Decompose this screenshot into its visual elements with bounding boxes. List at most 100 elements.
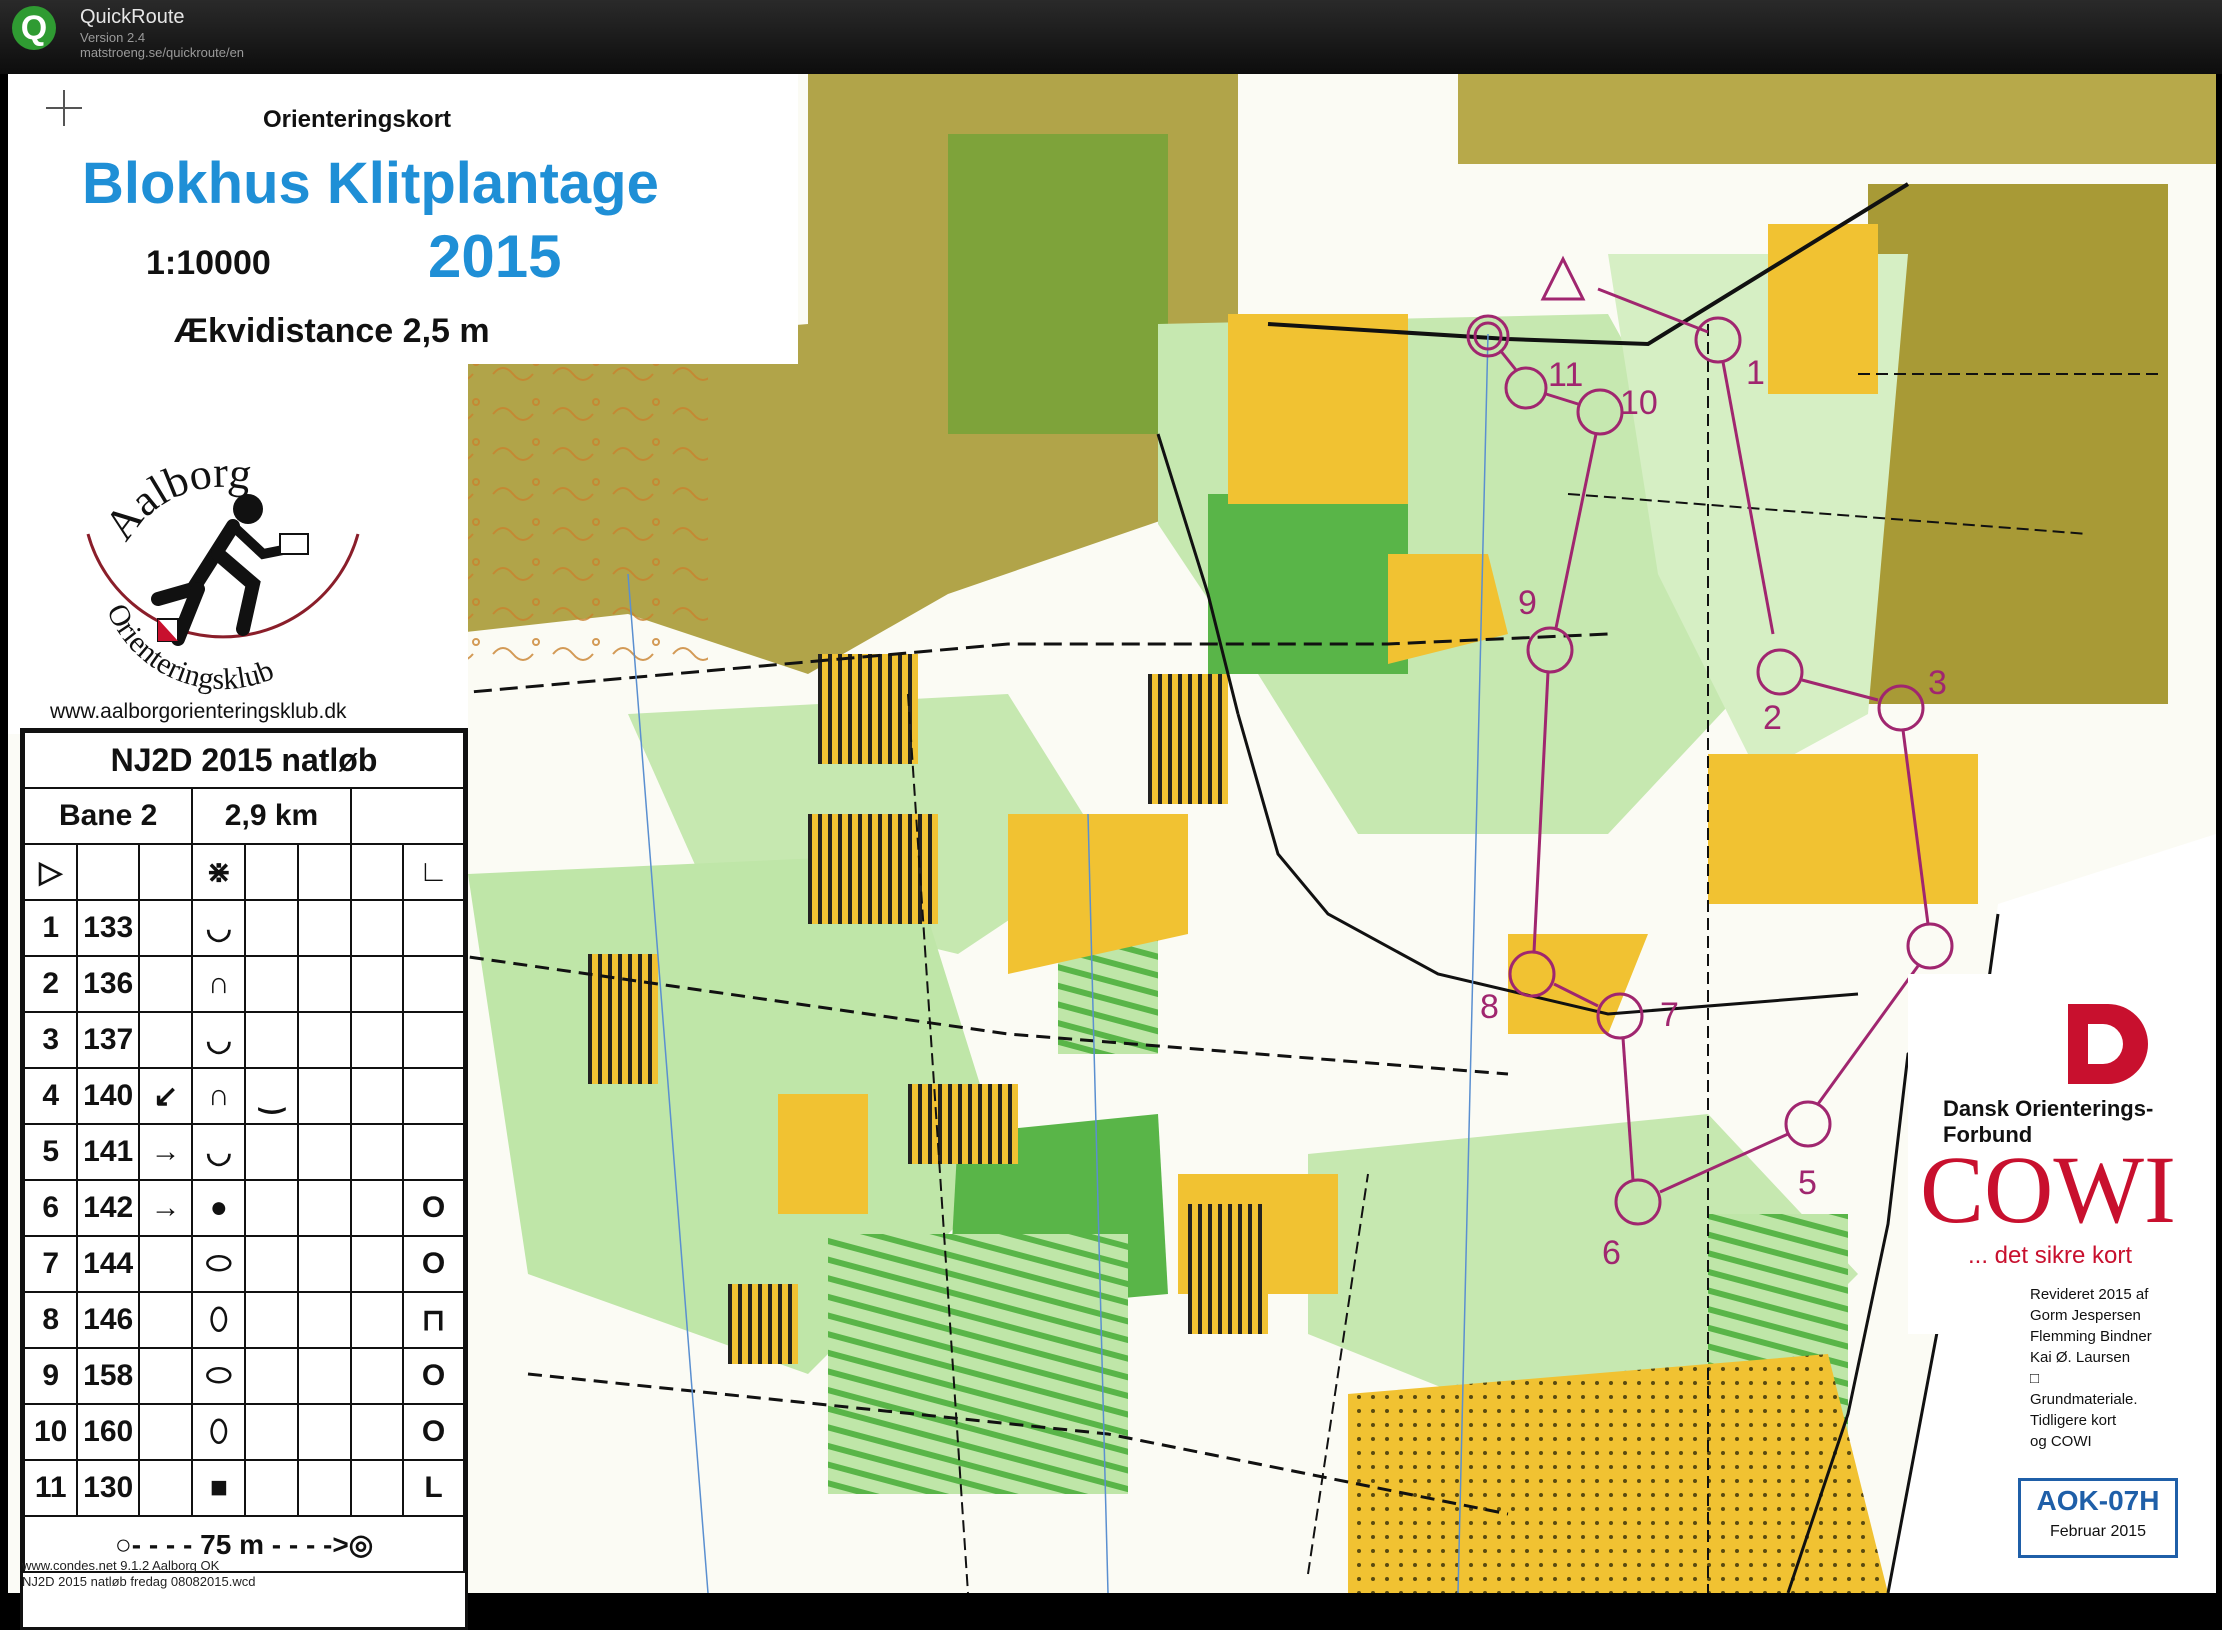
revision-line: Tidligere kort (2030, 1412, 2117, 1429)
map-code-box: AOK-07H Februar 2015 (2018, 1478, 2178, 1558)
control-direction (138, 899, 194, 957)
settlement-area-east (1868, 184, 2168, 704)
revision-credits: Revideret 2015 af Gorm Jespersen Flemmin… (2030, 1284, 2200, 1452)
hatched-area-4 (588, 954, 658, 1084)
map-title: Blokhus Klitplantage (82, 151, 659, 216)
control-location (401, 899, 466, 957)
control-blank (297, 1459, 352, 1517)
control-location: L (401, 1459, 466, 1517)
control-blank (349, 1179, 404, 1237)
control-blank (349, 955, 404, 1013)
control-feature: ◡ (191, 899, 247, 957)
control-number: 2 (22, 955, 79, 1013)
control-label-11: 11 (1548, 356, 1583, 394)
control-detail (244, 1235, 300, 1293)
hatched-area-3 (808, 814, 938, 924)
club-website[interactable]: www.aalborgorienteringsklub.dk (50, 700, 347, 724)
control-number: 8 (22, 1291, 79, 1349)
revision-line: Revideret 2015 af (2030, 1286, 2149, 1303)
control-code: 158 (76, 1347, 141, 1405)
rough-open-south (1348, 1354, 1888, 1593)
open-field-north (1228, 314, 1408, 504)
control-location: O (401, 1179, 466, 1237)
control-row: 4 140 ↙ ∩ ‿ (22, 1067, 466, 1125)
control-code: 136 (76, 955, 141, 1013)
control-blank (349, 1011, 404, 1069)
title-bar: Q QuickRoute Version 2.4 matstroeng.se/q… (0, 0, 2222, 74)
control-detail: ‿ (244, 1067, 300, 1125)
control-row: 1 133 ◡ (22, 899, 466, 957)
revision-line: Kai Ø. Laursen (2030, 1349, 2131, 1366)
control-row: 10 160 ⬯ O (22, 1403, 466, 1461)
control-blank (297, 1011, 352, 1069)
control-blank (297, 1123, 352, 1181)
control-detail (244, 1403, 300, 1461)
control-number: 7 (22, 1235, 79, 1293)
control-code: 140 (76, 1067, 141, 1125)
finish-distance: 75 m (200, 1528, 264, 1560)
control-feature: ⬯ (191, 1403, 247, 1461)
map-scale: 1:10000 (146, 244, 271, 282)
control-number: 3 (22, 1011, 79, 1069)
map-code: AOK-07H (2036, 1485, 2160, 1516)
hatched-area-1 (818, 654, 918, 764)
control-blank (297, 1067, 352, 1125)
control-description-sheet: NJ2D 2015 natløb Bane 2 2,9 km ▷ ⋇ ∟ 1 13… (20, 728, 468, 1630)
start-cell-f (297, 843, 352, 901)
control-blank (349, 1291, 404, 1349)
control-number: 4 (22, 1067, 79, 1125)
open-field-ne (1768, 224, 1878, 394)
app-name: QuickRoute (80, 6, 185, 28)
control-direction (138, 1403, 194, 1461)
control-code: 142 (76, 1179, 141, 1237)
quickroute-logo-icon: Q (12, 6, 56, 50)
control-direction (138, 1347, 194, 1405)
control-detail (244, 1347, 300, 1405)
start-cell-b (76, 843, 141, 901)
crosshair-icon (46, 90, 82, 126)
control-blank (349, 899, 404, 957)
map-canvas[interactable]: 1 2 3 4 5 6 7 8 9 10 11 Orienteringskort… (8, 74, 2216, 1630)
control-feature: ⬭ (191, 1347, 247, 1405)
footer-line-2: NJ2D 2015 natløb fredag 08082015.wcd (22, 1574, 256, 1589)
control-row: 8 146 ⬯ ⊓ (22, 1291, 466, 1349)
open-field-east (1708, 754, 1978, 904)
map-date: Februar 2015 (2049, 1523, 2147, 1540)
runner-icon (151, 494, 309, 646)
control-label-1: 1 (1746, 354, 1765, 392)
control-number: 11 (22, 1459, 79, 1517)
control-feature: ⬯ (191, 1291, 247, 1349)
control-direction (138, 955, 194, 1013)
club-logo: Aalborg Orienteringsklub (86, 448, 360, 696)
dense-forest (948, 134, 1168, 434)
control-detail (244, 1179, 300, 1237)
start-cell-c (138, 843, 194, 901)
app-url[interactable]: matstroeng.se/quickroute/en (80, 45, 244, 60)
control-feature: ■ (191, 1459, 247, 1517)
control-feature: ◡ (191, 1011, 247, 1069)
course-length: 2,9 km (191, 787, 352, 845)
control-label-9: 9 (1518, 584, 1537, 622)
control-direction (138, 1011, 194, 1069)
control-detail (244, 1123, 300, 1181)
control-row: 9 158 ⬭ O (22, 1347, 466, 1405)
control-direction (138, 1291, 194, 1349)
control-code: 160 (76, 1403, 141, 1461)
control-location (401, 1123, 466, 1181)
control-location (401, 1011, 466, 1069)
control-description-table: NJ2D 2015 natløb Bane 2 2,9 km ▷ ⋇ ∟ 1 13… (22, 731, 466, 1573)
control-blank (349, 1123, 404, 1181)
dof-logo-icon (2068, 1004, 2148, 1084)
hatched-area-5 (908, 1084, 1018, 1164)
control-feature: ∩ (191, 1067, 247, 1125)
control-detail (244, 1011, 300, 1069)
control-blank (297, 955, 352, 1013)
dark-green-forest (1208, 494, 1408, 674)
course-blank (349, 787, 466, 845)
control-label-8: 8 (1480, 988, 1499, 1026)
control-direction: → (138, 1179, 194, 1237)
control-code: 133 (76, 899, 141, 957)
corner-icon: ∟ (401, 843, 466, 901)
control-location: O (401, 1403, 466, 1461)
control-number: 6 (22, 1179, 79, 1237)
